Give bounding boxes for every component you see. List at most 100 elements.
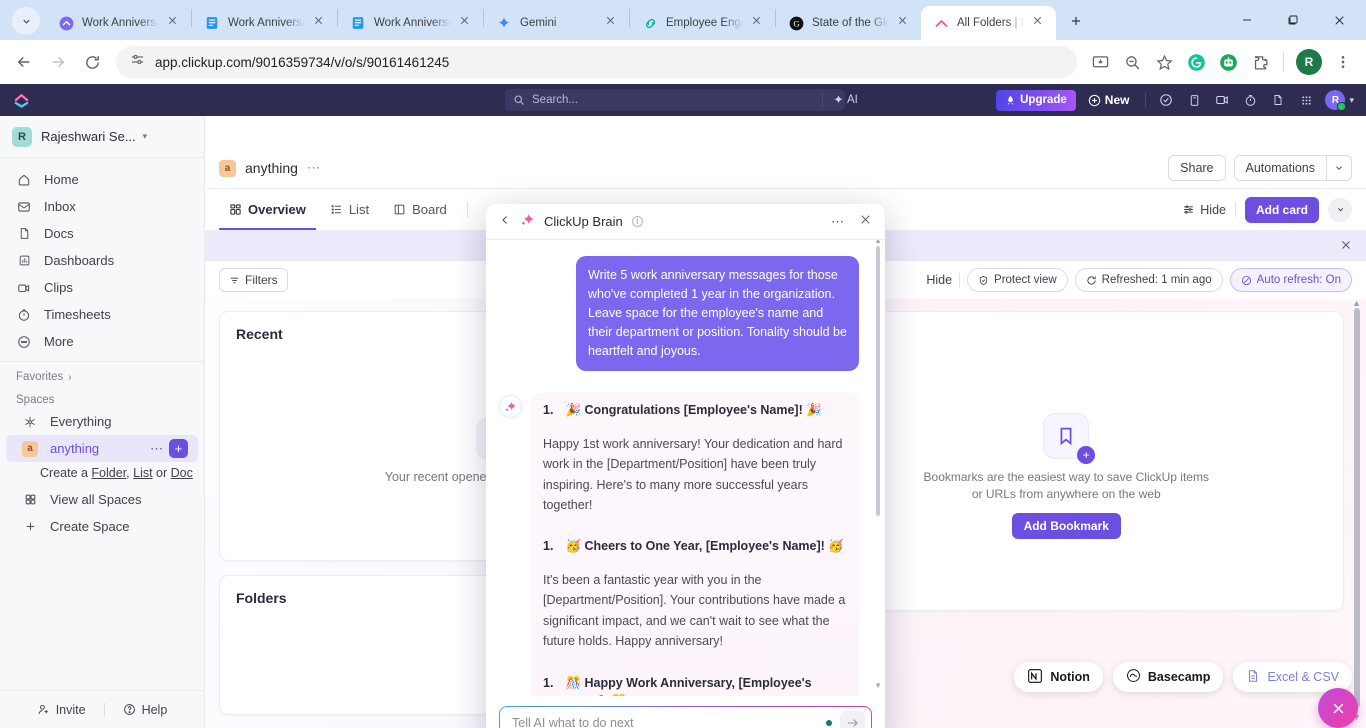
info-icon[interactable]: i (631, 216, 643, 227)
back-chevron-icon[interactable] (499, 214, 511, 229)
close-icon[interactable] (1340, 238, 1352, 254)
add-bookmark-button[interactable]: Add Bookmark (1011, 513, 1121, 540)
back-button[interactable] (8, 46, 40, 78)
clip-video-icon[interactable] (1210, 89, 1234, 111)
forward-button[interactable] (42, 46, 74, 78)
close-icon[interactable] (459, 15, 475, 31)
brain-scroll-up-arrow[interactable]: ▲ (874, 240, 882, 245)
favorites-section-header[interactable]: Favorites › (0, 362, 204, 385)
space-add-icon[interactable]: + (169, 439, 188, 458)
add-badge-icon[interactable]: + (1077, 445, 1096, 464)
create-list-link[interactable]: List (133, 466, 152, 480)
browser-tab-5[interactable]: G State of the Glob (776, 6, 921, 40)
sidebar-item-docs[interactable]: Docs (0, 220, 204, 247)
automations-dropdown-button[interactable] (1326, 155, 1352, 181)
protect-view-button[interactable]: Protect view (967, 268, 1068, 292)
sidebar-item-clips[interactable]: Clips (0, 274, 204, 301)
global-search-input[interactable]: Search... (505, 89, 845, 111)
browser-tab-1[interactable]: Work Anniversar (192, 6, 337, 40)
site-settings-icon[interactable] (130, 52, 145, 72)
bot-extension-icon[interactable] (1213, 47, 1243, 77)
close-icon[interactable] (897, 15, 913, 31)
window-minimize-button[interactable] (1224, 4, 1270, 36)
chevron-down-icon[interactable]: ▾ (1349, 95, 1354, 106)
window-maximize-button[interactable] (1270, 4, 1316, 36)
sidebar-item-view-all-spaces[interactable]: View all Spaces (6, 486, 198, 513)
tab-overview[interactable]: Overview (219, 189, 316, 230)
user-avatar[interactable]: R (1325, 90, 1347, 111)
scroll-up-arrow[interactable]: ▲ (1352, 298, 1361, 308)
sidebar-item-dashboards[interactable]: Dashboards (0, 247, 204, 274)
reload-button[interactable] (76, 46, 108, 78)
install-app-icon[interactable] (1085, 47, 1115, 77)
sidebar-item-timesheets[interactable]: Timesheets (0, 301, 204, 328)
auto-refresh-toggle[interactable]: Auto refresh: On (1229, 268, 1352, 292)
tab-list[interactable]: List (320, 189, 379, 230)
add-card-button[interactable]: Add card (1244, 196, 1319, 223)
share-button[interactable]: Share (1168, 155, 1226, 181)
close-icon[interactable] (751, 15, 767, 31)
refreshed-status[interactable]: Refreshed: 1 min ago (1074, 268, 1223, 292)
new-button[interactable]: New (1080, 93, 1138, 107)
space-more-icon[interactable]: ⋯ (150, 441, 164, 457)
hide-button[interactable]: Hide (1182, 203, 1226, 217)
dashboard-scrollbar[interactable] (1354, 308, 1360, 708)
dashboard-hide-button[interactable]: Hide (926, 273, 952, 287)
basecamp-integration-pill[interactable]: Basecamp (1112, 662, 1224, 692)
basecamp-icon (1126, 668, 1141, 686)
clickup-logo-icon[interactable] (8, 92, 34, 109)
close-icon[interactable] (167, 15, 183, 31)
browser-profile-avatar[interactable]: R (1296, 49, 1322, 75)
create-doc-link[interactable]: Doc (171, 466, 193, 480)
window-close-button[interactable] (1316, 4, 1362, 36)
help-button[interactable]: Help (123, 703, 167, 717)
ai-button[interactable]: AI (822, 92, 858, 108)
add-card-dropdown-button[interactable] (1328, 197, 1352, 222)
brain-conversation[interactable]: Write 5 work anniversary messages for th… (486, 240, 885, 696)
chrome-menu-icon[interactable] (1328, 47, 1358, 77)
automations-button[interactable]: Automations (1233, 155, 1326, 181)
zoom-out-icon[interactable] (1117, 47, 1147, 77)
filters-button[interactable]: Filters (219, 268, 288, 292)
sidebar-item-create-space[interactable]: Create Space (6, 513, 198, 540)
invite-button[interactable]: Invite (37, 703, 86, 717)
brain-scroll-down-arrow[interactable]: ▼ (874, 681, 882, 690)
new-tab-button[interactable] (1062, 7, 1090, 35)
sidebar-item-space-anything[interactable]: a anything ⋯ + (6, 435, 198, 462)
close-fab-button[interactable] (1318, 688, 1358, 728)
close-icon[interactable] (1032, 15, 1048, 31)
apps-grid-icon[interactable] (1294, 89, 1318, 111)
browser-tab-0[interactable]: Work Anniversar (46, 6, 191, 40)
bookmark-star-icon[interactable] (1149, 47, 1179, 77)
tab-search-button[interactable] (12, 7, 40, 35)
send-button[interactable] (840, 711, 865, 728)
grammarly-extension-icon[interactable] (1181, 47, 1211, 77)
tab-board[interactable]: Board (383, 189, 457, 230)
sidebar-item-inbox[interactable]: Inbox (0, 193, 204, 220)
sidebar-item-home[interactable]: Home (0, 166, 204, 193)
browser-tab-2[interactable]: Work Anniversar (338, 6, 483, 40)
check-circle-icon[interactable] (1154, 89, 1178, 111)
timer-icon[interactable] (1238, 89, 1262, 111)
space-more-icon[interactable]: ⋯ (307, 160, 321, 176)
close-icon[interactable] (313, 15, 329, 31)
workspace-selector[interactable]: R Rajeshwari Se... ▾ (0, 116, 204, 158)
address-bar[interactable]: app.clickup.com/9016359734/v/o/s/9016146… (116, 46, 1077, 78)
upgrade-button[interactable]: Upgrade (996, 89, 1076, 111)
sidebar-item-more[interactable]: More (0, 328, 204, 355)
notion-integration-pill[interactable]: Notion (1014, 662, 1103, 692)
chevron-down-icon[interactable]: ▾ (143, 131, 148, 142)
create-folder-link[interactable]: Folder (91, 466, 126, 480)
close-icon[interactable] (859, 213, 872, 231)
doc-icon[interactable] (1266, 89, 1290, 111)
extensions-puzzle-icon[interactable] (1245, 47, 1275, 77)
clipboard-icon[interactable] (1182, 89, 1206, 111)
sidebar-item-everything[interactable]: Everything (6, 408, 198, 435)
brain-more-icon[interactable]: ⋯ (831, 214, 845, 230)
brain-scrollbar[interactable] (876, 246, 880, 516)
brain-prompt-input[interactable]: Tell AI what to do next (499, 706, 872, 728)
browser-tab-4[interactable]: Employee Engag (630, 6, 775, 40)
close-icon[interactable] (605, 15, 621, 31)
browser-tab-3[interactable]: Gemini (484, 6, 629, 40)
browser-tab-active[interactable]: All Folders | Raja (921, 6, 1056, 40)
